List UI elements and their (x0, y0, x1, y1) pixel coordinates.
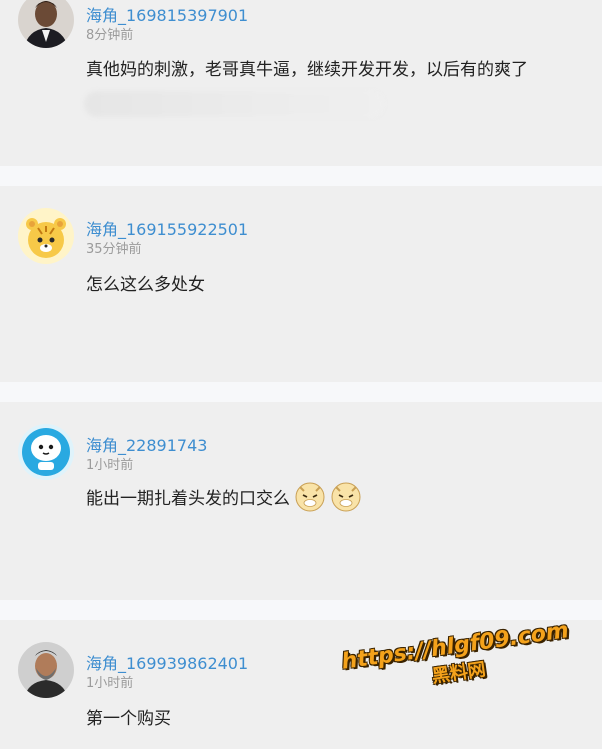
comment-text: 第一个购买 (86, 704, 171, 729)
comment-text-content: 第一个购买 (86, 709, 171, 729)
comment-card: 海角_169815397901 8分钟前 真他妈的刺激，老哥真牛逼，继续开发开发… (0, 0, 602, 166)
comment-text-content: 怎么这么多处女 (86, 275, 205, 295)
timestamp: 8分钟前 (86, 28, 134, 43)
blurred-reply (84, 91, 384, 117)
man-in-suit-icon (18, 0, 74, 48)
username-link[interactable]: 海角_22891743 (86, 432, 207, 456)
comment-text: 能出一期扎着头发的口交么 (86, 480, 362, 512)
timestamp: 1小时前 (86, 676, 134, 691)
comment-text: 真他妈的刺激，老哥真牛逼，继续开发开发，以后有的爽了 (86, 55, 528, 80)
username-link[interactable]: 海角_169939862401 (86, 650, 248, 674)
comment-card: 海角_169155922501 35分钟前 怎么这么多处女 (0, 186, 602, 382)
bearded-man-icon (18, 642, 74, 698)
username-link[interactable]: 海角_169815397901 (86, 2, 248, 26)
comment-text-content: 真他妈的刺激，老哥真牛逼，继续开发开发，以后有的爽了 (86, 60, 528, 80)
squint-tiger-emoji-icon (330, 480, 362, 512)
comment-card: 海角_22891743 1小时前 能出一期扎着头发的口交么 (0, 402, 602, 600)
comment-text-content: 能出一期扎着头发的口交么 (86, 488, 290, 509)
cartoon-tiger-icon (18, 208, 74, 264)
blue-mascot-icon (18, 424, 74, 480)
avatar[interactable] (18, 642, 74, 698)
avatar[interactable] (18, 424, 74, 480)
avatar[interactable] (18, 208, 74, 264)
comment-text: 怎么这么多处女 (86, 270, 205, 295)
username-link[interactable]: 海角_169155922501 (86, 216, 248, 240)
comment-feed: 海角_169815397901 8分钟前 真他妈的刺激，老哥真牛逼，继续开发开发… (0, 0, 602, 749)
squint-tiger-emoji-icon (294, 480, 326, 512)
timestamp: 35分钟前 (86, 242, 142, 257)
timestamp: 1小时前 (86, 458, 134, 473)
avatar[interactable] (18, 0, 74, 48)
